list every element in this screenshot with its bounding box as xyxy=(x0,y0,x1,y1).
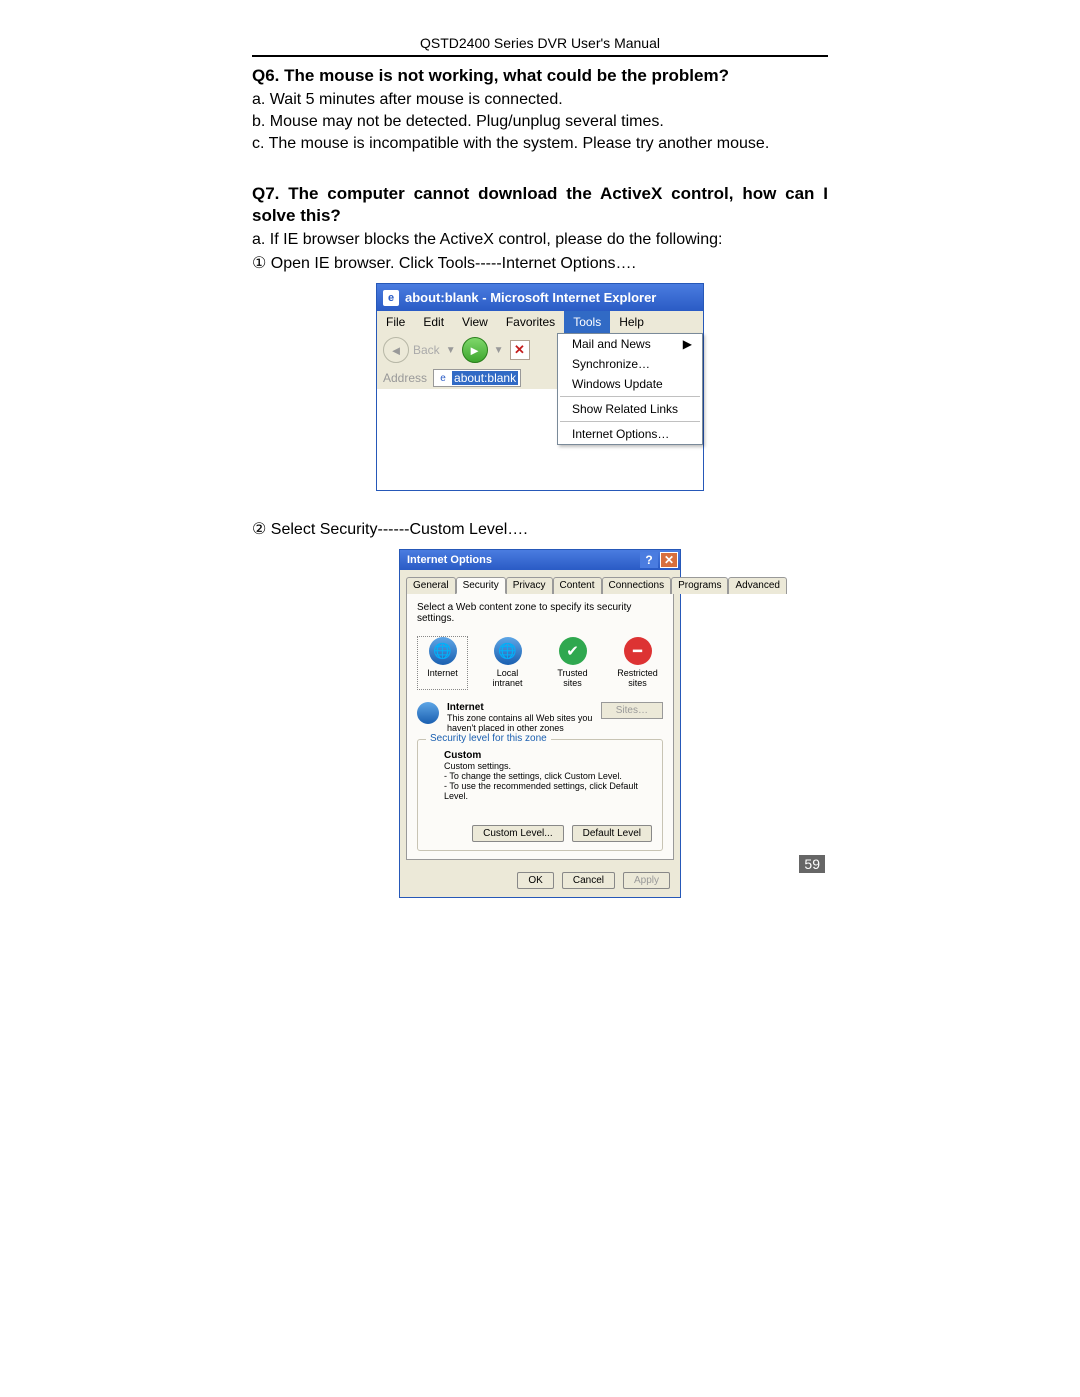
globe-icon xyxy=(417,702,439,724)
zone-internet[interactable]: 🌐 Internet xyxy=(418,637,467,689)
minus-icon: ━ xyxy=(624,637,652,665)
q6-a: a. Wait 5 minutes after mouse is connect… xyxy=(252,91,828,109)
help-button-icon[interactable]: ? xyxy=(640,552,658,568)
tab-programs[interactable]: Programs xyxy=(671,577,728,594)
dd-separator xyxy=(560,421,700,422)
q7-a: a. If IE browser blocks the ActiveX cont… xyxy=(252,231,828,249)
back-button-icon[interactable]: ◄ xyxy=(383,337,409,363)
menu-help[interactable]: Help xyxy=(610,311,653,333)
menu-edit[interactable]: Edit xyxy=(414,311,453,333)
io-instruction: Select a Web content zone to specify its… xyxy=(417,602,663,624)
address-label: Address xyxy=(383,371,427,385)
close-button-icon[interactable]: ✕ xyxy=(660,552,678,568)
ie-titlebar: e about:blank - Microsoft Internet Explo… xyxy=(377,284,703,311)
tab-connections[interactable]: Connections xyxy=(602,577,672,594)
fieldset-legend: Security level for this zone xyxy=(426,733,551,744)
address-input[interactable]: e about:blank xyxy=(433,369,521,387)
ie-figure: e about:blank - Microsoft Internet Explo… xyxy=(252,283,828,491)
back-chevron-icon[interactable]: ▼ xyxy=(446,345,456,356)
zone-local-intranet[interactable]: 🌐 Local intranet xyxy=(483,637,532,689)
page-header: QSTD2400 Series DVR User's Manual xyxy=(252,35,828,57)
dd-separator xyxy=(560,396,700,397)
ie-window: e about:blank - Microsoft Internet Explo… xyxy=(376,283,704,491)
ok-button[interactable]: OK xyxy=(517,872,553,889)
io-footer: OK Cancel Apply xyxy=(400,866,680,897)
page-number: 59 xyxy=(799,855,825,873)
ie-menubar: File Edit View Favorites Tools Help xyxy=(377,311,703,333)
tools-dropdown: Mail and News ▶ Synchronize… Windows Upd… xyxy=(557,333,703,445)
zone-restricted-label: Restricted sites xyxy=(613,669,662,689)
zone-restricted[interactable]: ━ Restricted sites xyxy=(613,637,662,689)
q6-c: c. The mouse is incompatible with the sy… xyxy=(252,135,828,153)
io-title-text: Internet Options xyxy=(407,554,492,566)
menu-file[interactable]: File xyxy=(377,311,414,333)
tab-general[interactable]: General xyxy=(406,577,456,594)
q7-title: Q7. The computer cannot download the Act… xyxy=(252,183,828,227)
zone-local-label: Local intranet xyxy=(483,669,532,689)
submenu-arrow-icon: ▶ xyxy=(683,337,692,351)
internet-options-dialog: Internet Options ? ✕ General Security Pr… xyxy=(399,549,681,898)
custom-level-button[interactable]: Custom Level... xyxy=(472,825,563,842)
dd-windows-update[interactable]: Windows Update xyxy=(558,374,702,394)
ie-icon: e xyxy=(383,290,399,306)
dd-mail-label: Mail and News xyxy=(572,337,651,351)
q7-step2: ② Select Security------Custom Level…. xyxy=(252,519,828,539)
custom-line1: Custom settings. xyxy=(444,761,652,771)
page-icon: e xyxy=(436,371,450,385)
security-level-fieldset: Security level for this zone Custom Cust… xyxy=(417,739,663,851)
dd-internet-options[interactable]: Internet Options… xyxy=(558,424,702,444)
tab-content[interactable]: Content xyxy=(553,577,602,594)
io-figure: Internet Options ? ✕ General Security Pr… xyxy=(252,549,828,898)
cancel-button[interactable]: Cancel xyxy=(562,872,615,889)
menu-view[interactable]: View xyxy=(453,311,497,333)
forward-chevron-icon[interactable]: ▼ xyxy=(494,345,504,356)
dd-show-related[interactable]: Show Related Links xyxy=(558,399,702,419)
globe-icon: 🌐 xyxy=(494,637,522,665)
ie-title-text: about:blank - Microsoft Internet Explore… xyxy=(405,290,656,305)
custom-title: Custom xyxy=(444,750,652,761)
q6-b: b. Mouse may not be detected. Plug/unplu… xyxy=(252,113,828,131)
sites-button[interactable]: Sites… xyxy=(601,702,663,719)
q7-step1: ① Open IE browser. Click Tools-----Inter… xyxy=(252,253,828,273)
custom-line2: - To change the settings, click Custom L… xyxy=(444,771,652,781)
apply-button[interactable]: Apply xyxy=(623,872,670,889)
check-icon: ✔ xyxy=(559,637,587,665)
forward-button-icon[interactable]: ► xyxy=(462,337,488,363)
q6-title: Q6. The mouse is not working, what could… xyxy=(252,65,828,87)
io-body: Select a Web content zone to specify its… xyxy=(406,593,674,860)
back-label: Back xyxy=(413,343,440,357)
io-titlebar: Internet Options ? ✕ xyxy=(400,550,680,570)
io-tabs: General Security Privacy Content Connect… xyxy=(400,570,680,593)
default-level-button[interactable]: Default Level xyxy=(572,825,652,842)
manual-page: QSTD2400 Series DVR User's Manual Q6. Th… xyxy=(0,0,1080,898)
tab-security[interactable]: Security xyxy=(456,577,506,594)
stop-button[interactable]: ✕ xyxy=(510,340,530,360)
zone-trusted-label: Trusted sites xyxy=(548,669,597,689)
menu-favorites[interactable]: Favorites xyxy=(497,311,564,333)
globe-icon: 🌐 xyxy=(429,637,457,665)
zone-internet-label: Internet xyxy=(427,669,458,679)
address-value: about:blank xyxy=(452,371,518,385)
tab-advanced[interactable]: Advanced xyxy=(728,577,786,594)
zone-desc-title: Internet xyxy=(447,702,601,713)
zone-row: 🌐 Internet 🌐 Local intranet ✔ Trusted si… xyxy=(417,632,663,694)
zone-description: Internet This zone contains all Web site… xyxy=(417,702,663,733)
menu-tools[interactable]: Tools xyxy=(564,311,610,333)
stop-icon: ✕ xyxy=(514,342,525,358)
dd-mail-news[interactable]: Mail and News ▶ xyxy=(558,334,702,354)
dd-synchronize[interactable]: Synchronize… xyxy=(558,354,702,374)
zone-trusted[interactable]: ✔ Trusted sites xyxy=(548,637,597,689)
custom-line3: - To use the recommended settings, click… xyxy=(444,781,652,801)
zone-desc-text: This zone contains all Web sites you hav… xyxy=(447,713,601,733)
tab-privacy[interactable]: Privacy xyxy=(506,577,553,594)
